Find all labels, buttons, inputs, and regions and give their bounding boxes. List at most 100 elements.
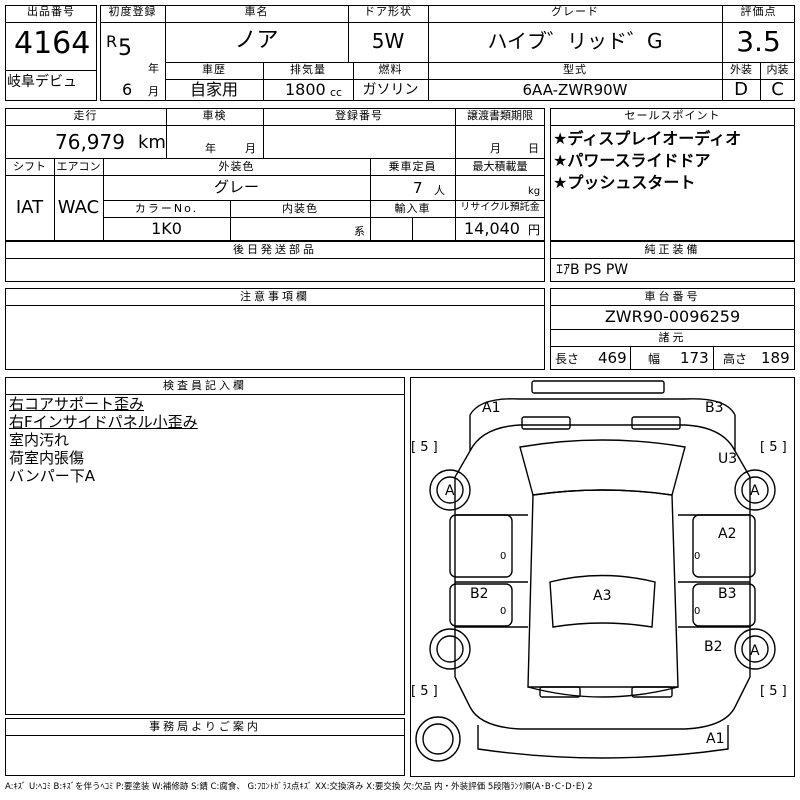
sales-point-item: ★パワースライドドア (553, 151, 711, 170)
import-header: 輸入車 (394, 202, 431, 215)
interior-color-unit: 系 (354, 225, 365, 238)
inspection-header: 車検 (202, 109, 227, 122)
inspection-year-unit: 年 (205, 142, 216, 155)
inspector-line: 荷室内張傷 (9, 449, 85, 467)
damage-right-rear-door: B3 (718, 586, 737, 602)
tread-rear-left: [ 5 ] (411, 684, 438, 699)
capacity-header: 乗車定員 (388, 160, 437, 173)
chassis-number: ZWR90-0096259 (604, 307, 741, 326)
model: 6AA-ZWR90W (522, 81, 628, 99)
mileage-unit: km (138, 132, 166, 153)
grade-header: グレード (551, 5, 599, 18)
exterior-color: グレー (213, 178, 259, 196)
wheel-right-rear-label: A (750, 643, 760, 659)
door-marker: 0 (694, 551, 701, 562)
history: 自家用 (189, 80, 238, 99)
length: 469 (598, 349, 627, 367)
dimensions-header: 諸元 (658, 331, 687, 344)
color-number: 1K0 (151, 219, 182, 238)
inspection-month-unit: 月 (245, 142, 256, 155)
height: 189 (761, 349, 790, 367)
registration-month: 6 (122, 80, 133, 99)
later-parts-header: 後日発送部品 (233, 243, 317, 256)
ac: WAC (57, 197, 100, 218)
shift: IAT (15, 197, 44, 218)
office-header: 事務局よりご案内 (149, 720, 261, 733)
wheel-right-front-label: A (750, 483, 760, 499)
sales-point-item: ★ディスプレイオーディオ (553, 129, 742, 148)
displacement-header: 排気量 (290, 63, 326, 76)
exterior-grade: D (734, 79, 748, 100)
damage-left-rear-door: B2 (470, 586, 489, 602)
tread-rear-right: [ 5 ] (760, 684, 787, 699)
fuel-header: 燃料 (378, 63, 403, 76)
car-name: ノア (234, 28, 279, 53)
capacity-unit: 人 (434, 184, 445, 197)
chassis-header: 車台番号 (644, 290, 701, 303)
registration-year-unit: 年 (148, 62, 159, 75)
interior-color-header: 内装色 (282, 202, 318, 215)
score-header: 評価点 (740, 5, 777, 18)
first-registration-header: 初度登録 (108, 5, 157, 18)
damage-right-front-door: A2 (718, 526, 737, 542)
damage-right-front-fender: U3 (718, 451, 738, 467)
sales-point-item: ★プッシュスタート (553, 173, 696, 192)
transfer-doc-day-unit: 日 (528, 142, 539, 155)
interior-grade-header: 内装 (766, 63, 789, 76)
mileage-header: 走行 (73, 109, 98, 122)
capacity: 7 (413, 179, 423, 197)
lot-number: 4164 (14, 26, 91, 61)
registration-month-unit: 月 (148, 85, 159, 98)
wheel-left-front-label: A (445, 483, 455, 499)
door-marker: 0 (694, 606, 701, 617)
damage-rear-bumper: A1 (706, 731, 725, 747)
notes-header: 注意事項欄 (240, 290, 310, 303)
sales-points-header: セールスポイント (624, 109, 721, 122)
damage-right-rear-quarter: B2 (704, 639, 723, 655)
width-label: 幅 (648, 352, 661, 366)
car-name-header: 車名 (244, 5, 269, 18)
inspector-line: 右Fインサイドパネル小歪み (9, 413, 198, 431)
ac-header: エアコン (56, 160, 101, 173)
inspector-line: 右コアサポート歪み (9, 395, 145, 413)
legend: A:ｷｽﾞ U:ﾍｺﾐ B:ｷｽﾞを伴うﾍｺﾐ P:要塗装 W:補修跡 S:錆 … (5, 782, 593, 792)
door-marker: 0 (500, 551, 507, 562)
height-label: 高さ (723, 352, 748, 366)
inspector-line: 室内汚れ (9, 431, 70, 449)
tread-front-left: [ 5 ] (411, 440, 438, 455)
inspector-line: バンパー下A (9, 467, 96, 485)
displacement: 1800 (285, 80, 326, 99)
registration-era: R (106, 32, 118, 51)
length-label: 長さ (555, 352, 580, 366)
transfer-doc-header: 譲渡書類期限 (467, 109, 533, 122)
equipment-header: 純正装備 (644, 243, 701, 256)
shift-header: シフト (13, 160, 46, 173)
recycle-fee: 14,040 (464, 219, 520, 238)
plate-header: 登録番号 (335, 109, 383, 122)
mileage: 76,979 (55, 130, 125, 154)
recycle-header: リサイクル預託金 (460, 202, 540, 213)
auction-venue: 岐阜デビュ (7, 74, 77, 90)
load-unit: kg (528, 186, 541, 197)
equipment: ｴｱB PS PW (556, 262, 629, 278)
fuel: ガソリン (362, 82, 419, 98)
width: 173 (680, 349, 709, 367)
recycle-unit: 円 (528, 223, 541, 237)
inspector-header: 検査員記入欄 (163, 379, 247, 392)
grade: ハイブ゛リッド゛G (487, 29, 663, 53)
model-header: 型式 (563, 63, 587, 76)
exterior-color-header: 外装色 (218, 160, 255, 173)
door-type: 5W (371, 29, 405, 53)
history-header: 車歴 (202, 63, 226, 76)
tread-front-right: [ 5 ] (760, 440, 787, 455)
damage-front-right: B3 (705, 400, 724, 416)
load-header: 最大積載量 (472, 160, 528, 173)
score: 3.5 (736, 25, 781, 58)
damage-front-left: A1 (482, 400, 501, 416)
lot-number-header: 出品番号 (27, 5, 75, 18)
displacement-unit: cc (330, 86, 343, 99)
interior-grade: C (771, 79, 784, 100)
damage-roof: A3 (593, 588, 612, 604)
car-diagram-svg (415, 380, 776, 762)
exterior-grade-header: 外装 (730, 63, 752, 76)
